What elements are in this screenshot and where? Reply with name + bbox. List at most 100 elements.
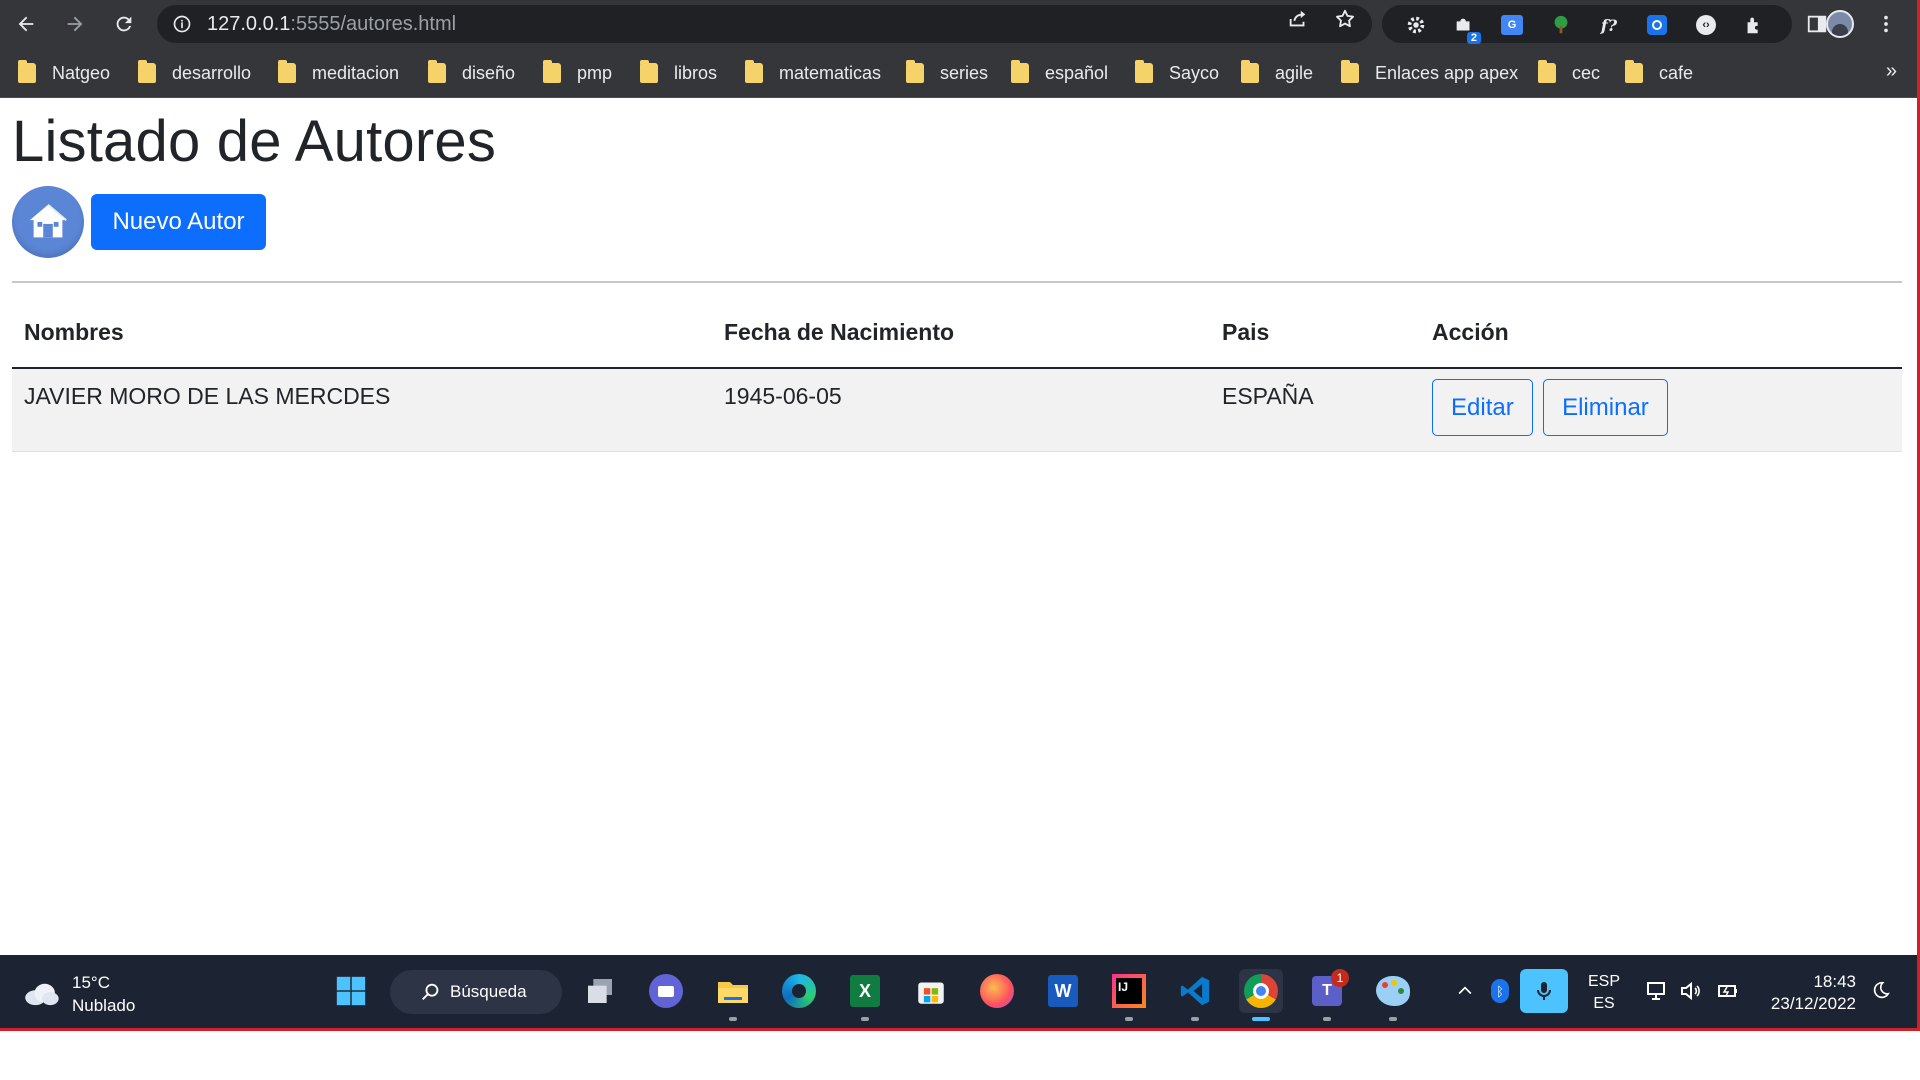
cell-country: ESPAÑA	[1210, 368, 1420, 452]
bookmark-label: desarrollo	[172, 62, 252, 83]
bookmark-folder[interactable]: diseño	[428, 60, 515, 86]
chevron-up-icon[interactable]	[1453, 979, 1477, 1003]
formula-extension-icon[interactable]: f?	[1598, 14, 1620, 36]
bookmark-label: diseño	[462, 62, 516, 83]
translate-icon[interactable]: G	[1501, 14, 1523, 36]
store-icon[interactable]	[909, 969, 953, 1013]
divider	[12, 281, 1902, 283]
puzzle-badge-extension-icon[interactable]: 2	[1453, 14, 1481, 44]
bookmark-label: cafe	[1659, 62, 1694, 83]
back-icon[interactable]	[10, 8, 42, 40]
file-explorer-icon[interactable]	[711, 969, 755, 1021]
input-language-indicator[interactable]: ESP ES	[1588, 971, 1620, 1015]
meet-chat-icon[interactable]	[644, 969, 688, 1013]
column-header-fecha: Fecha de Nacimiento	[712, 298, 1210, 369]
search-icon	[422, 983, 439, 1000]
bookmark-folder[interactable]: libros	[640, 60, 717, 86]
volume-icon[interactable]	[1679, 979, 1703, 1003]
table-header-row: Nombres Fecha de Nacimiento Pais Acción	[12, 298, 1902, 369]
word-icon[interactable]: W	[1041, 969, 1085, 1013]
running-indicator	[1125, 1017, 1133, 1021]
url-text[interactable]: 127.0.0.1:5555/autores.html	[207, 13, 456, 36]
screenshot-frame: 127.0.0.1:5555/autores.html 2 G f? ‹› Na…	[0, 0, 1920, 1031]
firefox-icon[interactable]	[975, 969, 1019, 1013]
bookmark-label: matematicas	[779, 62, 882, 83]
bookmark-folder[interactable]: matematicas	[745, 60, 881, 86]
home-button[interactable]	[12, 186, 84, 258]
chrome-icon[interactable]	[1239, 969, 1283, 1021]
tree-extension-icon[interactable]	[1550, 14, 1572, 36]
bookmark-label: pmp	[577, 62, 613, 83]
bookmark-folder[interactable]: cec	[1538, 60, 1600, 86]
bookmark-folder[interactable]: Enlaces app apex	[1341, 60, 1518, 86]
folder-icon	[428, 60, 446, 83]
delete-button[interactable]: Eliminar	[1543, 379, 1668, 436]
more-bookmarks-chevron-icon[interactable]: »	[1886, 60, 1897, 83]
network-icon[interactable]	[1644, 979, 1668, 1003]
page-title: Listado de Autores	[12, 109, 497, 174]
cell-name: JAVIER MORO DE LAS MERCDES	[12, 368, 712, 452]
edit-button[interactable]: Editar	[1432, 379, 1533, 436]
bookmark-label: Enlaces app apex	[1375, 62, 1519, 83]
bookmark-folder[interactable]: Sayco	[1135, 60, 1219, 86]
clock-time: 18:43	[1813, 972, 1856, 991]
gear-extension-icon[interactable]	[1405, 14, 1427, 36]
intellij-icon[interactable]: IJ	[1107, 969, 1151, 1021]
column-header-pais: Pais	[1210, 298, 1420, 369]
notification-badge: 1	[1331, 969, 1349, 987]
folder-icon	[640, 60, 658, 83]
menu-dots-icon[interactable]	[1872, 10, 1900, 38]
bookmark-folder[interactable]: desarrollo	[138, 60, 251, 86]
bookmark-folder[interactable]: agile	[1241, 60, 1313, 86]
bookmark-folder[interactable]: meditacion	[278, 60, 399, 86]
bookmark-star-icon[interactable]	[1334, 8, 1356, 30]
share-icon[interactable]	[1287, 8, 1309, 30]
weather-temperature: 15°C	[72, 973, 110, 992]
bookmark-label: español	[1045, 62, 1109, 83]
folder-icon	[1341, 60, 1359, 83]
search-label: Búsqueda	[450, 982, 527, 1001]
bookmark-label: meditacion	[312, 62, 400, 83]
forward-icon[interactable]	[59, 8, 91, 40]
address-bar[interactable]: 127.0.0.1:5555/autores.html	[157, 5, 1372, 43]
paint-icon[interactable]	[1371, 969, 1415, 1021]
focus-moon-icon[interactable]	[1868, 979, 1892, 1003]
cell-actions: Editar Eliminar	[1420, 368, 1902, 452]
bookmark-label: cec	[1572, 62, 1601, 83]
bookmark-folder[interactable]: series	[906, 60, 988, 86]
vscode-icon[interactable]	[1173, 969, 1217, 1021]
folder-icon	[1011, 60, 1029, 83]
new-author-button[interactable]: Nuevo Autor	[91, 194, 266, 250]
bookmark-folder[interactable]: español	[1011, 60, 1108, 86]
profile-avatar-icon[interactable]	[1825, 10, 1855, 38]
folder-icon	[18, 60, 36, 83]
bookmark-label: series	[940, 62, 989, 83]
table-row: JAVIER MORO DE LAS MERCDES 1945-06-05 ES…	[12, 368, 1902, 452]
microphone-icon[interactable]	[1520, 969, 1568, 1013]
folder-icon	[1135, 60, 1153, 83]
teams-icon[interactable]: T 1	[1305, 969, 1349, 1021]
extensions-area: 2 G f? ‹›	[1382, 5, 1792, 44]
bookmark-label: agile	[1275, 62, 1314, 83]
site-info-icon[interactable]	[171, 13, 193, 35]
folder-icon	[278, 60, 296, 83]
code-extension-icon[interactable]: ‹›	[1695, 14, 1717, 36]
bluetooth-icon[interactable]: ᛒ	[1488, 979, 1512, 1003]
system-clock[interactable]: 18:43 23/12/2022	[1756, 971, 1856, 1015]
bookmark-folder[interactable]: cafe	[1625, 60, 1693, 86]
folder-icon	[745, 60, 763, 83]
extensions-puzzle-icon[interactable]	[1743, 14, 1765, 36]
taskbar: 15°C Nublado Búsqueda X W IJ T 1 ᛒ ESP E…	[0, 955, 1917, 1028]
start-windows-icon[interactable]	[329, 969, 373, 1013]
shield-extension-icon[interactable]	[1646, 14, 1668, 36]
bookmark-folder[interactable]: pmp	[543, 60, 612, 86]
edge-browser-icon[interactable]	[777, 969, 821, 1013]
task-view-icon[interactable]	[578, 969, 622, 1013]
excel-icon[interactable]: X	[843, 969, 887, 1021]
weather-widget[interactable]: 15°C Nublado	[22, 971, 135, 1017]
reload-icon[interactable]	[108, 8, 140, 40]
bookmark-folder[interactable]: Natgeo	[18, 60, 110, 86]
battery-icon[interactable]	[1716, 979, 1740, 1003]
folder-icon	[138, 60, 156, 83]
taskbar-search[interactable]: Búsqueda	[390, 970, 562, 1014]
